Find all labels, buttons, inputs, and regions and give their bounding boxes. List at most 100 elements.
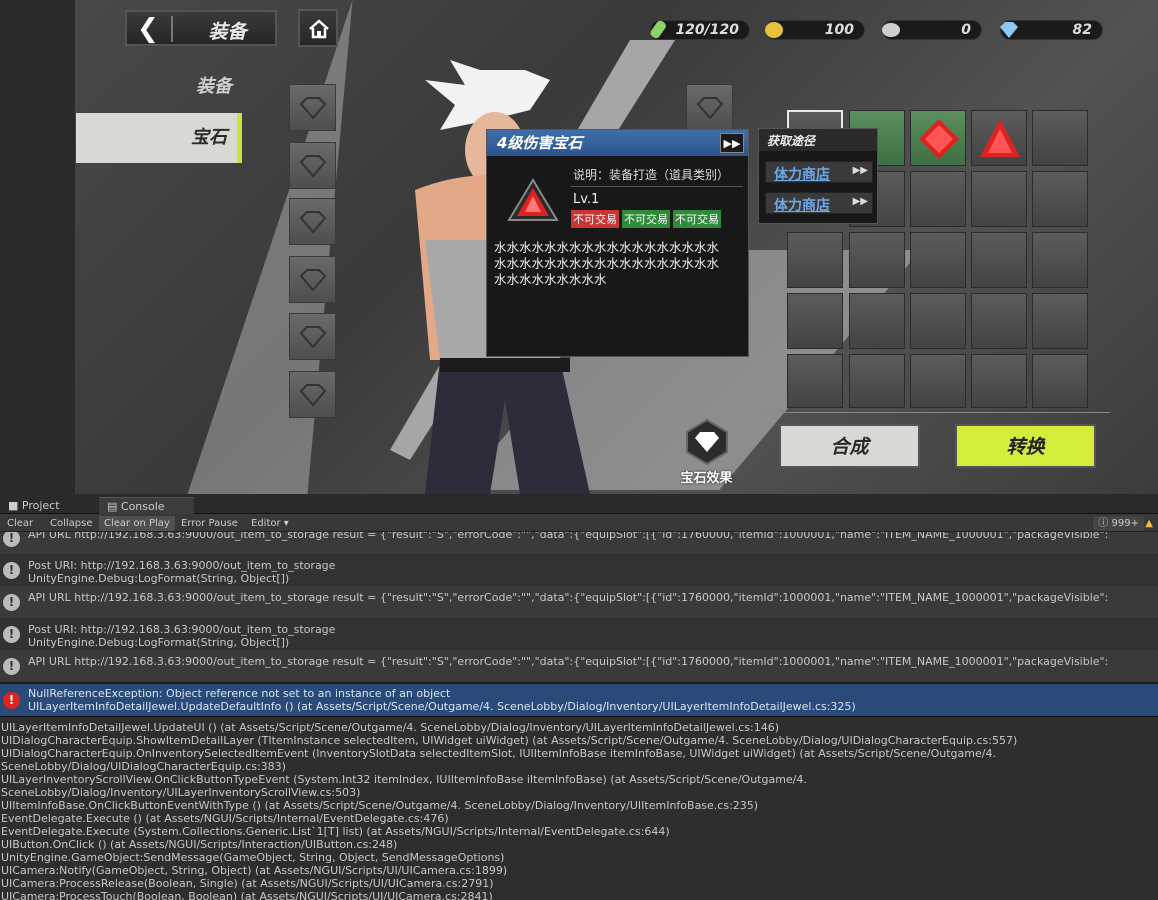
inventory-slot[interactable] (787, 354, 843, 408)
log-entry[interactable]: ! API URL http://192.168.3.63:9000/out_i… (0, 650, 1158, 682)
convert-button[interactable]: 转换 (955, 424, 1096, 468)
error-icon: ! (3, 692, 20, 709)
stamina-icon (650, 20, 666, 39)
left-panel-bg (0, 0, 75, 494)
diamond-icon (685, 418, 728, 466)
error-pause-toggle[interactable]: Error Pause (176, 516, 243, 531)
clear-on-play-toggle[interactable]: Clear on Play (99, 516, 175, 531)
tab-gem[interactable]: 宝石 (76, 113, 242, 163)
inventory-divider (765, 412, 1110, 416)
log-entry[interactable]: ! API URL http://192.168.3.63:9000/out_i… (0, 586, 1158, 618)
back-button[interactable]: ❮ 装备 (125, 10, 277, 46)
tab-project[interactable]: ■ Project (0, 497, 68, 514)
tab-console[interactable]: ▤ Console (99, 497, 194, 514)
home-icon (309, 19, 329, 39)
gem-placeholder-icon (299, 325, 326, 348)
inventory-slot[interactable] (1032, 171, 1088, 227)
divider (571, 186, 743, 187)
console-icon: ▤ (107, 500, 121, 513)
info-icon: ! (3, 532, 20, 547)
header-title: 装备 (208, 21, 247, 43)
gem-slot-1[interactable] (289, 84, 336, 131)
log-entry[interactable]: ! Post URI: http://192.168.3.63:9000/out… (0, 618, 1158, 650)
stack-line[interactable]: UIDialogCharacterEquip.ShowItemDetailLay… (0, 734, 1158, 747)
diamond-counter: 82 (1000, 20, 1103, 40)
editor-dropdown[interactable]: Editor ▾ (246, 516, 294, 531)
info-icon: ⓘ (1098, 518, 1112, 529)
gem-slot-4[interactable] (289, 256, 336, 303)
inventory-slot[interactable] (971, 171, 1027, 227)
acquisition-title: 获取途径 (759, 129, 877, 151)
console-toolbar: Clear Collapse Clear on Play Error Pause… (0, 514, 1158, 532)
stack-line[interactable]: EventDelegate.Execute (System.Collection… (0, 825, 1158, 838)
stack-line[interactable]: UILayerInventoryScrollView.OnClickButton… (0, 773, 1158, 786)
inventory-slot[interactable] (910, 171, 966, 227)
gem-effect-button[interactable]: 宝石效果 (679, 418, 734, 486)
stack-line[interactable]: UIDialogCharacterEquip.OnInventorySelect… (0, 747, 1158, 760)
gold-coin-icon (765, 22, 783, 38)
clear-button[interactable]: Clear (2, 516, 38, 531)
tab-equip[interactable]: 装备 (76, 62, 242, 112)
inventory-slot[interactable] (1032, 110, 1088, 166)
stamina-counter: 120/120 (650, 20, 750, 40)
item-detail-tooltip: 4级伤害宝石 ▶▶ 说明：装备打造（道具类别） Lv.1 不可交易 不可交易 不… (486, 129, 749, 357)
inventory-slot[interactable] (910, 354, 966, 408)
gem-placeholder-icon (299, 154, 326, 177)
message-count-badge[interactable]: ⓘ 999+ (1093, 516, 1144, 531)
stack-line[interactable]: EventDelegate.Execute () (at Assets/NGUI… (0, 812, 1158, 825)
divider (171, 16, 173, 42)
gold-counter: 100 (765, 20, 865, 40)
folder-icon: ■ (8, 499, 22, 512)
back-arrow-icon: ❮ (137, 14, 159, 44)
inventory-slot[interactable] (971, 293, 1027, 349)
tag-untradable: 不可交易 (673, 210, 721, 228)
warning-icon[interactable]: ▲ (1140, 516, 1158, 531)
inventory-slot[interactable] (910, 232, 966, 288)
gem-slot-3[interactable] (289, 198, 336, 245)
gem-placeholder-icon (299, 268, 326, 291)
item-body-text: 水水水水水水水水水水水水水水水水水水 (494, 256, 720, 271)
fast-forward-icon: ▶▶ (852, 196, 868, 207)
inventory-slot[interactable] (849, 293, 905, 349)
stack-line[interactable]: SceneLobby/Dialog/Inventory/UILayerInven… (0, 786, 1158, 799)
inventory-slot[interactable] (971, 110, 1027, 166)
inventory-slot[interactable] (1032, 354, 1088, 408)
source-link-stamina-shop[interactable]: 体力商店 ▶▶ (765, 192, 873, 214)
gem-slot-right-1[interactable] (686, 84, 733, 131)
stack-line[interactable]: SceneLobby/Dialog/UIDialogCharacterEquip… (0, 760, 1158, 773)
stack-line[interactable]: UIButton.OnClick () (at Assets/NGUI/Scri… (0, 838, 1158, 851)
gem-slot-5[interactable] (289, 313, 336, 360)
info-icon: ! (3, 658, 20, 675)
silver-counter: 0 (882, 20, 982, 40)
fast-forward-icon[interactable]: ▶▶ (720, 133, 744, 153)
source-link-stamina-shop[interactable]: 体力商店 ▶▶ (765, 161, 873, 183)
collapse-button[interactable]: Collapse (45, 516, 98, 531)
inventory-slot[interactable] (971, 354, 1027, 408)
inventory-slot[interactable] (787, 293, 843, 349)
combine-button[interactable]: 合成 (779, 424, 920, 468)
inventory-slot[interactable] (910, 110, 966, 166)
gem-slot-6[interactable] (289, 371, 336, 418)
tag-untradable: 不可交易 (622, 210, 670, 228)
stack-line[interactable]: UILayerItemInfoDetailJewel.UpdateUI () (… (0, 721, 1158, 734)
inventory-slot[interactable] (971, 232, 1027, 288)
log-entry[interactable]: ! Post URI: http://192.168.3.63:9000/out… (0, 554, 1158, 586)
inventory-slot[interactable] (849, 354, 905, 408)
stack-line[interactable]: UICamera:ProcessTouch(Boolean, Boolean) … (0, 890, 1158, 900)
inventory-slot[interactable] (910, 293, 966, 349)
gem-placeholder-icon (299, 383, 326, 406)
stack-line[interactable]: UICamera:Notify(GameObject, String, Obje… (0, 864, 1158, 877)
item-body-text: 水水水水水水水水水 (494, 272, 607, 287)
gem-slot-2[interactable] (289, 142, 336, 189)
log-entry-error[interactable]: ! NullReferenceException: Object referen… (0, 684, 1158, 716)
inventory-slot[interactable] (1032, 293, 1088, 349)
red-gem-triangle-icon (980, 119, 1020, 157)
log-entry[interactable]: ! API URL http://192.168.3.63:9000/out_i… (0, 532, 1158, 554)
inventory-slot[interactable] (1032, 232, 1088, 288)
inventory-slot[interactable] (849, 232, 905, 288)
item-description: 说明：装备打造（道具类别） (573, 168, 730, 182)
stack-line[interactable]: UIItemInfoBase.OnClickButtonEventWithTyp… (0, 799, 1158, 812)
stack-line[interactable]: UICamera:ProcessRelease(Boolean, Single)… (0, 877, 1158, 890)
stack-line[interactable]: UnityEngine.GameObject:SendMessage(GameO… (0, 851, 1158, 864)
inventory-slot[interactable] (787, 232, 843, 288)
